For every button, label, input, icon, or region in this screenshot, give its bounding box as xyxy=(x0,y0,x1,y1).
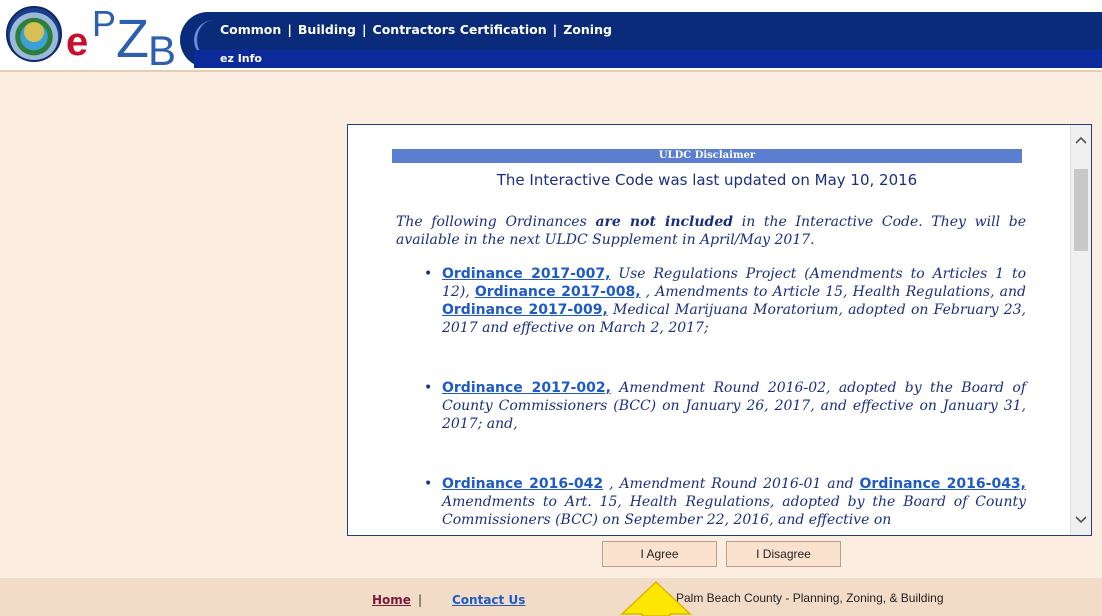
list-item: Ordinance 2017-002, Amendment Round 2016… xyxy=(424,379,1026,433)
ordinance-link[interactable]: Ordinance 2016-042 xyxy=(442,476,603,492)
ordinance-link[interactable]: Ordinance 2016-043, xyxy=(860,476,1026,492)
ordinance-link[interactable]: Ordinance 2017-007, xyxy=(442,266,610,282)
ordinance-text: , Amendment Round 2016-01 and xyxy=(603,476,860,492)
nav-separator: | xyxy=(361,22,367,37)
nav-item-common[interactable]: Common xyxy=(220,22,281,37)
subnav-item-ezinfo[interactable]: ez Info xyxy=(220,52,262,65)
logo[interactable]: e P Z B xyxy=(0,0,190,74)
footer-separator: | xyxy=(418,593,423,607)
nav-item-contractors-certification[interactable]: Contractors Certification xyxy=(373,22,547,37)
disclaimer-panel: ULDC Disclaimer The Interactive Code was… xyxy=(347,124,1092,536)
footer: Home | Contact Us Palm Beach County - Pl… xyxy=(0,578,1102,616)
footer-home-link[interactable]: Home xyxy=(372,593,411,607)
nav-item-building[interactable]: Building xyxy=(298,22,356,37)
ordinance-text: , Amendments to Article 15, Health Regul… xyxy=(640,284,1026,300)
logo-letter-b: B xyxy=(148,27,177,74)
scroll-down-icon[interactable] xyxy=(1071,509,1091,531)
disclaimer-title: ULDC Disclaimer xyxy=(392,149,1022,163)
last-updated-text: The Interactive Code was last updated on… xyxy=(496,171,918,189)
ordinance-link[interactable]: Ordinance 2017-009, xyxy=(442,302,608,318)
ordinance-list: Ordinance 2017-007, Use Regulations Proj… xyxy=(396,265,1026,535)
footer-copyright: Palm Beach County - Planning, Zoning, & … xyxy=(676,591,944,605)
header: e P Z B Common | Building | Contractors Cert… xyxy=(0,0,1102,74)
sub-nav: ez Info xyxy=(194,50,1102,68)
logo-letter-z: Z xyxy=(116,9,149,69)
intro-pre: The following Ordinances xyxy=(396,214,596,230)
agree-button[interactable]: I Agree xyxy=(602,541,717,567)
list-item: Ordinance 2017-007, Use Regulations Proj… xyxy=(424,265,1026,337)
nav-separator: | xyxy=(287,22,292,37)
pointer-arrow-icon xyxy=(620,580,692,616)
logo-letter-e: e xyxy=(66,20,89,64)
header-divider xyxy=(0,70,1102,72)
intro-bold: are not included xyxy=(595,214,734,230)
scroll-up-icon[interactable] xyxy=(1071,129,1091,151)
ordinance-link[interactable]: Ordinance 2017-002, xyxy=(442,380,611,396)
nav-item-zoning[interactable]: Zoning xyxy=(563,22,612,37)
main-nav: Common | Building | Contractors Certificatio… xyxy=(180,12,1102,68)
footer-contact-link[interactable]: Contact Us xyxy=(452,593,525,607)
logo-letter-p: P xyxy=(92,3,117,44)
intro-text: The following Ordinances are not include… xyxy=(396,213,1026,249)
ordinance-text: Amendments to Art. 15, Health Regulation… xyxy=(442,494,1026,528)
disclaimer-content: ULDC Disclaimer The Interactive Code was… xyxy=(348,125,1070,535)
nav-separator: | xyxy=(552,22,558,37)
disagree-button[interactable]: I Disagree xyxy=(726,541,841,567)
scrollbar-thumb[interactable] xyxy=(1074,169,1088,251)
vertical-scrollbar[interactable] xyxy=(1070,125,1091,535)
county-seal-icon xyxy=(6,6,62,62)
list-item: Ordinance 2016-042 , Amendment Round 201… xyxy=(424,475,1026,529)
nav-row: Common | Building | Contractors Certificatio… xyxy=(220,22,612,42)
ordinance-link[interactable]: Ordinance 2017-008, xyxy=(475,284,641,300)
